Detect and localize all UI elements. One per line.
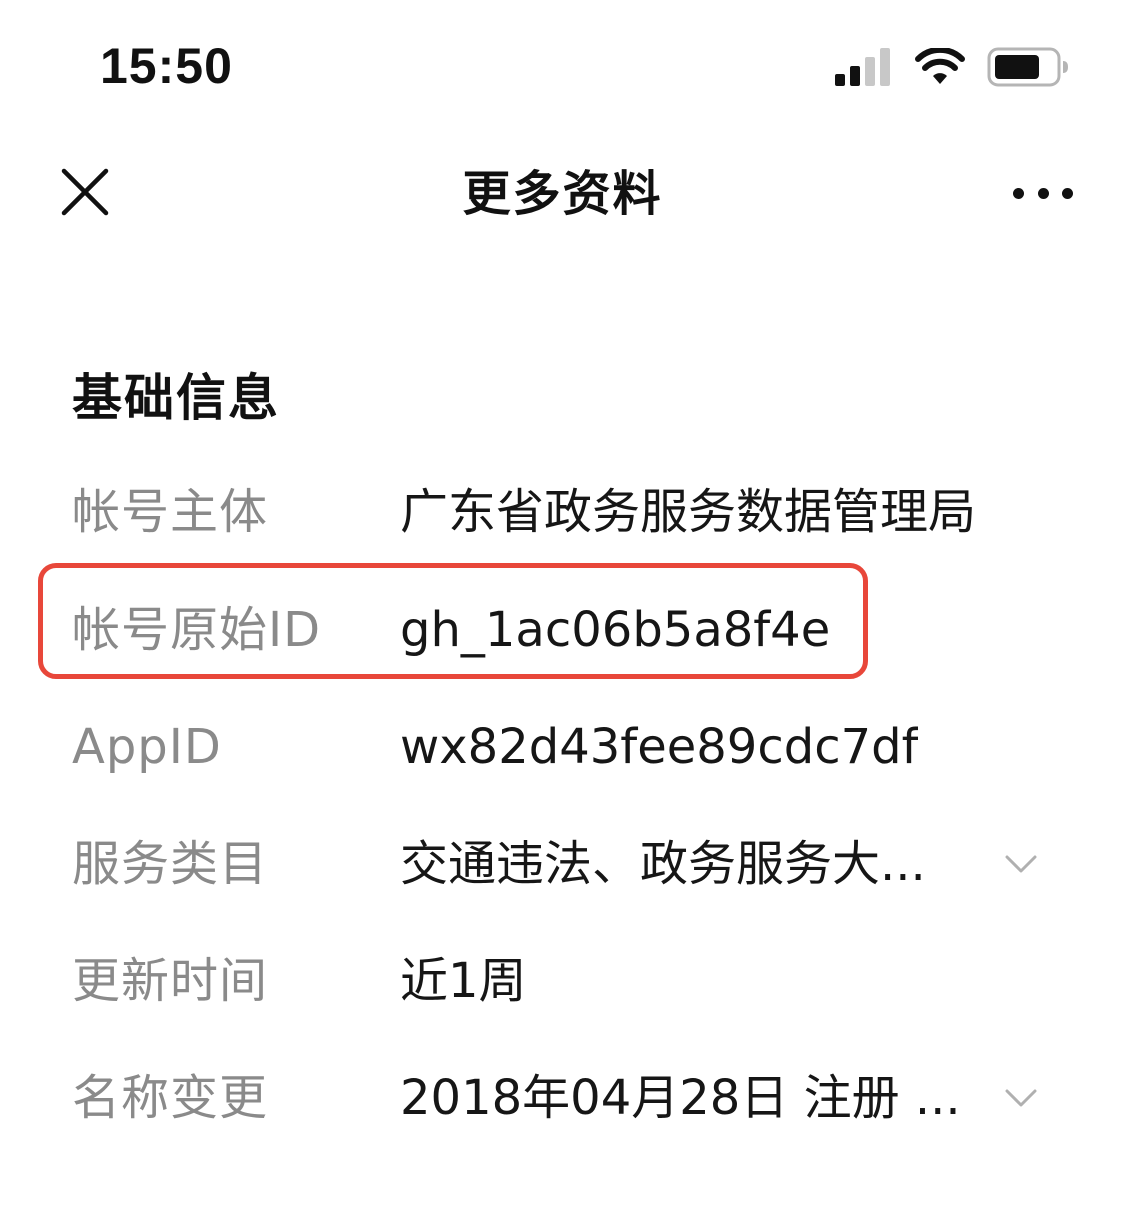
battery-icon [987,47,1068,87]
section-title: 基础信息 [72,369,280,427]
info-row-account-entity: 帐号主体 广东省政务服务数据管理局 [0,472,1125,552]
info-value[interactable]: 2018年04月28日 注册 ... [400,1058,961,1138]
more-button[interactable] [1013,178,1073,208]
info-value: 近1周 [400,953,527,1009]
wifi-icon [915,48,965,84]
info-value[interactable]: gh_1ac06b5a8f4e [400,590,830,670]
page-title: 更多资料 [462,166,663,222]
info-label: 服务类目 [72,836,269,892]
info-row-name-change[interactable]: 名称变更 2018年04月28日 注册 ... [0,1058,1125,1138]
info-label: AppID [72,719,222,775]
info-row-original-id: 帐号原始ID gh_1ac06b5a8f4e [0,590,1125,670]
more-icon [1013,187,1024,199]
status-time: 15:50 [100,38,233,94]
info-label: 帐号原始ID [72,602,322,658]
info-label: 更新时间 [72,953,269,1009]
info-row-service-category[interactable]: 服务类目 交通违法、政务服务大... [0,824,1125,904]
info-value[interactable]: 广东省政务服务数据管理局 [400,472,976,552]
info-row-update-time: 更新时间 近1周 [0,941,1125,1021]
info-row-appid: AppID wx82d43fee89cdc7df [0,707,1125,787]
chevron-down-icon[interactable] [1003,846,1039,882]
info-value[interactable]: wx82d43fee89cdc7df [400,707,918,787]
info-label: 帐号主体 [72,484,269,540]
info-value[interactable]: 交通违法、政务服务大... [400,824,926,904]
info-label: 名称变更 [72,1070,269,1126]
status-icons [835,42,1069,92]
cellular-signal-icon [835,48,890,86]
chevron-down-icon[interactable] [1003,1080,1039,1116]
